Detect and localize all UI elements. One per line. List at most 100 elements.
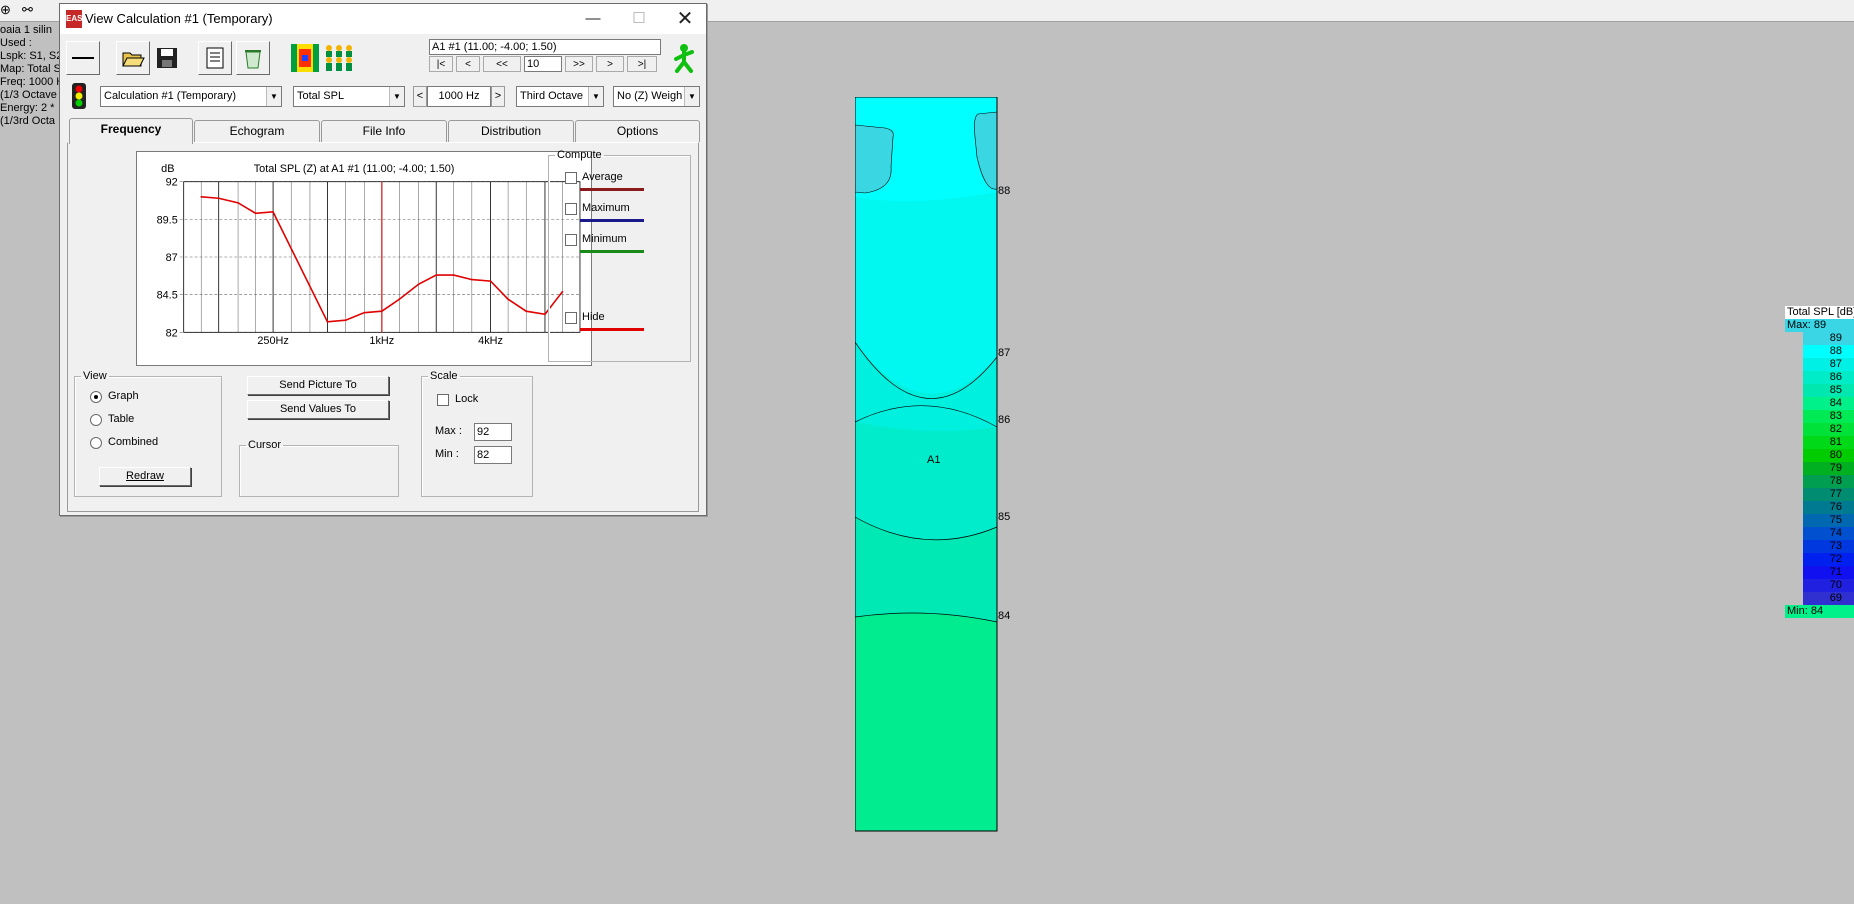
legend-row: 85 <box>1803 384 1854 397</box>
data-point <box>452 274 455 276</box>
nav-step-forward-button[interactable]: >> <box>565 56 593 72</box>
scale-min-field[interactable]: 82 <box>474 446 512 464</box>
nav-last-button[interactable]: >| <box>627 56 657 72</box>
tab-file-info[interactable]: File Info <box>321 120 447 142</box>
spl-legend: Total SPL [dB] Max: 89 89 88 87 86 85 84 83 82 8… <box>1785 306 1854 618</box>
receiver-location-field[interactable]: A1 #1 (11.00; -4.00; 1.50) <box>429 39 661 55</box>
tab-options[interactable]: Options <box>575 120 700 142</box>
frequency-prev-button[interactable]: < <box>413 86 427 107</box>
recycle-bin-icon <box>245 50 261 69</box>
maximum-line-swatch <box>580 219 644 222</box>
legend-row: 86 <box>1803 371 1854 384</box>
lock-checkbox[interactable] <box>437 394 449 406</box>
legend-scale: 89 88 87 86 85 84 83 82 81 80 79 78 77 76 75 74 73 72 71 70… <box>1785 332 1854 605</box>
data-point <box>489 280 492 282</box>
recycle-button[interactable] <box>236 41 270 75</box>
legend-min: Min: 84 <box>1785 605 1854 618</box>
tab-frequency[interactable]: Frequency <box>69 118 193 144</box>
view-title: View <box>83 370 107 382</box>
info-line: Energy: 2 * <box>0 102 55 114</box>
contour-label-86: 86 <box>998 414 1011 426</box>
cursor-title: Cursor <box>248 439 282 451</box>
title-bar[interactable]: EASE View Calculation #1 (Temporary) — ☐… <box>60 4 706 34</box>
open-button[interactable] <box>116 41 150 75</box>
weighting-select[interactable]: No (Z) Weigh ▼ <box>613 86 700 107</box>
calculation-select[interactable]: Calculation #1 (Temporary) ▼ <box>100 86 282 107</box>
scale-title: Scale <box>430 370 458 382</box>
walker-button[interactable] <box>667 41 701 75</box>
dash-button[interactable] <box>66 41 100 75</box>
nav-next-button[interactable]: > <box>596 56 624 72</box>
scale-max-field[interactable]: 92 <box>474 423 512 441</box>
minimum-label: Minimum <box>582 233 627 245</box>
data-point <box>507 298 509 300</box>
color-map-button[interactable] <box>288 41 322 75</box>
nav-step-back-button[interactable]: << <box>483 56 521 72</box>
audience-button[interactable] <box>322 41 356 75</box>
dash-icon <box>72 57 94 59</box>
legend-row: 70 <box>1803 579 1854 592</box>
send-values-button[interactable]: Send Values To <box>247 400 389 419</box>
redraw-button[interactable]: Redraw <box>99 467 191 486</box>
tab-echogram[interactable]: Echogram <box>194 120 320 142</box>
result-select[interactable]: Total SPL ▼ <box>293 86 405 107</box>
data-point <box>417 283 420 285</box>
average-checkbox[interactable] <box>565 172 577 184</box>
graph-radio[interactable] <box>90 391 102 403</box>
minimum-checkbox[interactable] <box>565 234 577 246</box>
combined-radio[interactable] <box>90 437 102 449</box>
x-tick-label: 250Hz <box>257 335 288 347</box>
minimize-button[interactable]: — <box>570 4 616 34</box>
data-point <box>381 310 383 313</box>
info-line: Freq: 1000 H <box>0 76 62 88</box>
y-tick-label: 87 <box>166 252 178 264</box>
step-field[interactable]: 10 <box>524 56 562 72</box>
y-tick-label: 82 <box>166 327 178 339</box>
maximize-button[interactable]: ☐ <box>616 4 662 34</box>
save-button[interactable] <box>150 41 184 75</box>
weighting-select-value: No (Z) Weigh <box>617 90 683 102</box>
calculation-select-value: Calculation #1 (Temporary) <box>104 90 237 102</box>
walking-man-icon <box>674 44 694 73</box>
nav-prev-button[interactable]: < <box>456 56 480 72</box>
legend-title: Total SPL [dB] <box>1785 306 1854 319</box>
max-label: Max : <box>435 425 462 437</box>
band-select-value: Third Octave <box>520 90 583 102</box>
info-line: oaia 1 silin <box>0 24 52 36</box>
data-point <box>398 298 401 300</box>
hide-line-swatch <box>580 328 644 331</box>
crosshair-icon[interactable]: ⊕ <box>0 2 11 18</box>
y-tick-label: 84.5 <box>157 290 178 302</box>
chevron-down-icon: ▼ <box>588 87 603 106</box>
nav-first-button[interactable]: |< <box>429 56 453 72</box>
link-icon[interactable]: ⚯ <box>22 2 33 18</box>
info-line: Lspk: S1, S2 <box>0 50 62 62</box>
data-point <box>525 310 528 313</box>
chevron-down-icon: ▼ <box>389 87 404 106</box>
audience-icon <box>326 45 352 71</box>
close-button[interactable]: ✕ <box>662 4 708 34</box>
band-select[interactable]: Third Octave ▼ <box>516 86 604 107</box>
cursor-group: Cursor <box>239 439 399 497</box>
legend-row: 87 <box>1803 358 1854 371</box>
y-axis-label: dB <box>161 163 174 175</box>
send-picture-button[interactable]: Send Picture To <box>247 376 389 395</box>
legend-row: 71 <box>1803 566 1854 579</box>
traffic-light-icon[interactable] <box>67 82 91 110</box>
maximum-checkbox[interactable] <box>565 203 577 215</box>
contour-label-87: 87 <box>998 347 1011 359</box>
report-button[interactable] <box>198 41 232 75</box>
frequency-chart[interactable]: 92 89.5 87 84.5 82 250Hz 1kHz 4kHz Total SPL (Z)… <box>136 151 592 366</box>
window-title: View Calculation #1 (Temporary) <box>85 11 273 26</box>
average-label: Average <box>582 171 623 183</box>
legend-row: 78 <box>1803 475 1854 488</box>
hide-checkbox[interactable] <box>565 312 577 324</box>
min-label: Min : <box>435 448 459 460</box>
info-line: Map: Total S <box>0 63 61 75</box>
tab-distribution[interactable]: Distribution <box>448 120 574 142</box>
frequency-next-button[interactable]: > <box>491 86 505 107</box>
table-radio[interactable] <box>90 414 102 426</box>
frequency-field[interactable]: 1000 Hz <box>427 86 491 107</box>
average-line-swatch <box>580 188 644 191</box>
spl-map[interactable]: A1 88 87 86 85 84 <box>854 96 1015 840</box>
